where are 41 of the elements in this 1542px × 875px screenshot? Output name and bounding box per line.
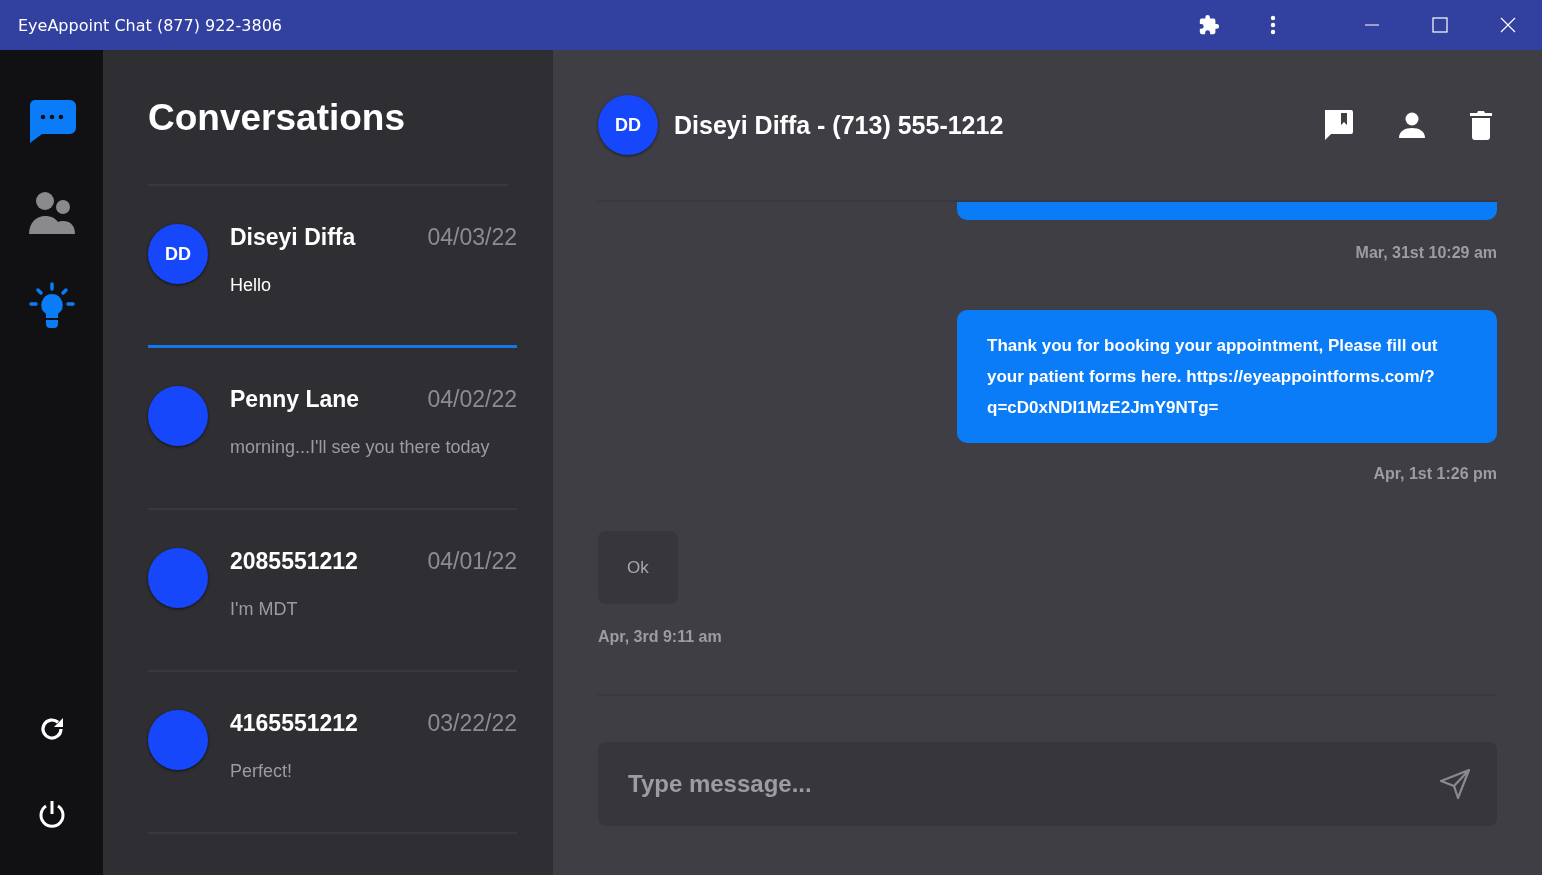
- avatar: [148, 386, 208, 446]
- message-preview: Perfect!: [230, 761, 294, 782]
- avatar: [148, 548, 208, 608]
- avatar: [148, 710, 208, 770]
- send-icon[interactable]: [1439, 768, 1471, 800]
- chat-bubble-icon[interactable]: [27, 100, 76, 144]
- close-icon[interactable]: [1500, 17, 1516, 33]
- message-bubble: Thank you for booking your appointment, Please fill out your patient forms here. https://eyeappointforms.com/?q=cD0xNDI1MzE2JmY9NTg=: [957, 310, 1497, 443]
- chat-title: Diseyi Diffa - (713) 555-1212: [674, 110, 1005, 140]
- message-bubble: Ok: [598, 531, 678, 604]
- conversation-date: 04/01/22: [427, 548, 517, 575]
- avatar: DD: [598, 95, 658, 155]
- message-time: Apr, 3rd 9:11 am: [598, 628, 722, 646]
- conversation-item[interactable]: 4165551212 03/22/22 Perfect!: [148, 672, 517, 834]
- contact-name: 4165551212: [230, 710, 358, 737]
- message-preview: morning...I'll see you there today: [230, 437, 491, 458]
- message-time: Apr, 1st 1:26 pm: [1373, 465, 1497, 483]
- conversation-date: 04/02/22: [427, 386, 517, 413]
- chat-bookmark-icon[interactable]: [1322, 109, 1354, 141]
- conversation-date: 04/03/22: [427, 224, 517, 251]
- conversation-item[interactable]: Penny Lane 04/02/22 morning...I'll see you there today: [148, 348, 517, 510]
- contact-name: Penny Lane: [230, 386, 360, 413]
- maximize-icon[interactable]: [1432, 17, 1448, 33]
- message-preview: Hello: [230, 275, 273, 296]
- message-input[interactable]: Type message...: [598, 742, 1497, 826]
- delete-icon[interactable]: [1470, 110, 1492, 140]
- conversation-item[interactable]: DD Diseyi Diffa 04/03/22 Hello: [148, 186, 517, 348]
- window-title: EyeAppoint Chat (877) 922-3806: [18, 15, 283, 35]
- message-time: Mar, 31st 10:29 am: [1355, 244, 1497, 262]
- contact-name: 2085551212: [230, 548, 358, 575]
- avatar: DD: [148, 224, 208, 284]
- people-icon[interactable]: [28, 192, 75, 234]
- person-icon[interactable]: [1399, 112, 1425, 138]
- conversation-item[interactable]: 2085551212 04/01/22 I'm MDT: [148, 510, 517, 672]
- lightbulb-icon[interactable]: [28, 282, 75, 328]
- more-icon[interactable]: [1270, 15, 1276, 35]
- contact-name: Diseyi Diffa: [230, 224, 356, 251]
- message-preview: I'm MDT: [230, 599, 299, 620]
- conversation-date: 03/22/22: [427, 710, 517, 737]
- conversations-heading: Conversations: [148, 96, 508, 186]
- puzzle-icon[interactable]: [1198, 14, 1220, 36]
